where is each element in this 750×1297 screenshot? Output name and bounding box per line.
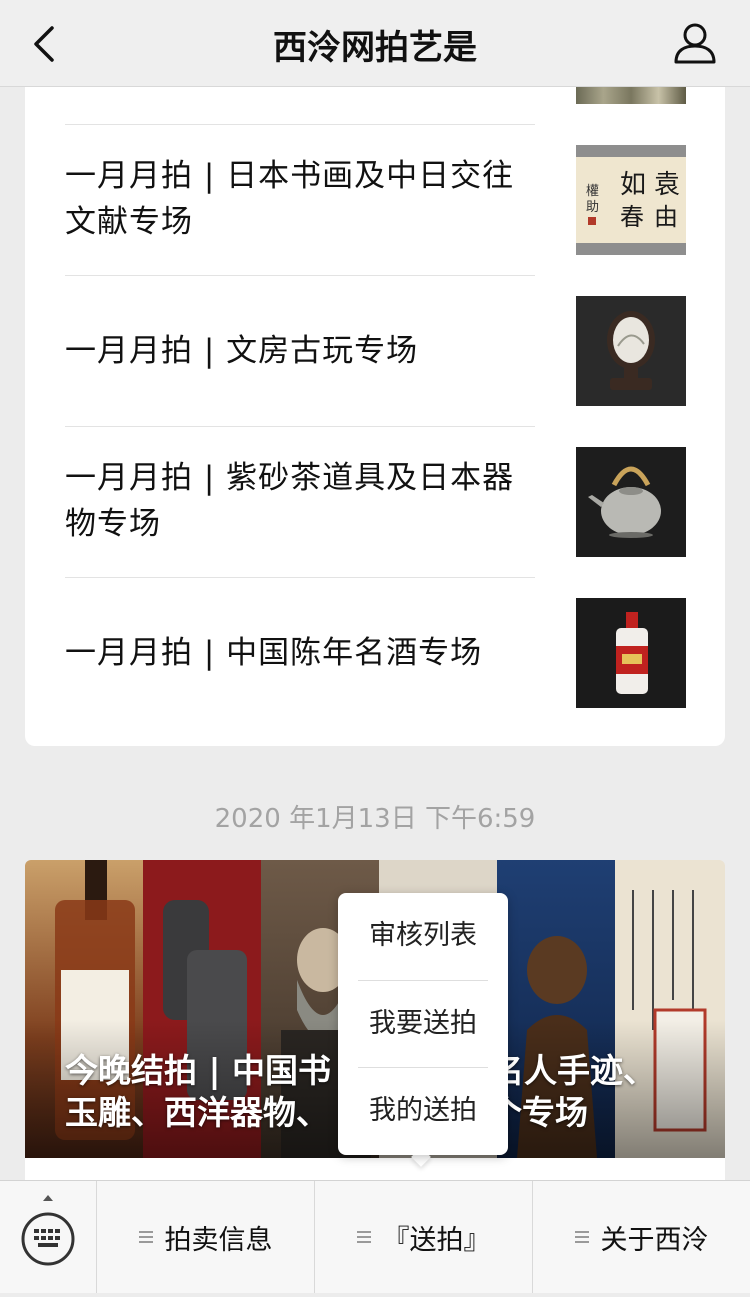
svg-text:如: 如 <box>620 170 646 200</box>
message-timestamp: 2020 年1月13日 下午6:59 <box>214 804 536 834</box>
tab-submit-auction[interactable]: 『送拍』 <box>315 1181 533 1293</box>
svg-text:權: 權 <box>586 184 599 199</box>
menu-item-submit-auction[interactable]: 我要送拍 <box>338 981 508 1067</box>
menu-lines-icon <box>138 1228 153 1246</box>
banner-title-text: 今晚结拍 | 中国书 <box>65 1051 332 1090</box>
tab-label: 关于西泠 <box>600 1224 709 1256</box>
tab-label: 拍卖信息 <box>164 1224 273 1256</box>
tab-about-xiling[interactable]: 关于西泠 <box>533 1181 750 1293</box>
top-navbar: 西泠网拍艺是 <box>0 0 750 87</box>
article-title-line: 一月月拍 | 紫砂茶道具及日本器 <box>65 460 515 496</box>
article-title: 一月月拍 | 文房古玩专场 <box>65 328 535 374</box>
article-list-card: 一月月拍 | 日本书画及中日交往 文献专场 袁 由 如 春 權 助 一月月拍 |… <box>25 60 725 746</box>
keyboard-toggle-button[interactable] <box>0 1181 97 1293</box>
keyboard-icon <box>21 1195 75 1266</box>
table-screen-thumbnail <box>576 296 686 406</box>
banner-title-text: 玉雕、西洋器物、 <box>65 1093 329 1132</box>
page-title: 西泠网拍艺是 <box>273 28 477 68</box>
person-icon <box>674 23 716 64</box>
article-title: 一月月拍 | 中国陈年名酒专场 <box>65 630 535 676</box>
list-item[interactable]: 一月月拍 | 日本书画及中日交往 文献专场 袁 由 如 春 權 助 <box>25 125 725 275</box>
tab-label: 『送拍』 <box>382 1224 491 1256</box>
menu-lines-icon <box>574 1228 589 1246</box>
menu-item-my-submissions[interactable]: 我的送拍 <box>338 1068 508 1154</box>
profile-button[interactable] <box>670 18 720 68</box>
article-title-line: 一月月拍 | 日本书画及中日交往 <box>65 158 515 194</box>
menu-item-review-list[interactable]: 审核列表 <box>338 893 508 979</box>
article-title-line: 物专场 <box>65 506 161 542</box>
article-title-line: 一月月拍 | 中国陈年名酒专场 <box>65 635 483 671</box>
tab-auction-info[interactable]: 拍卖信息 <box>97 1181 315 1293</box>
bottom-menu-bar: 拍卖信息 『送拍』 关于西泠 <box>0 1180 750 1293</box>
svg-text:由: 由 <box>654 203 678 231</box>
article-title-line: 一月月拍 | 文房古玩专场 <box>65 333 419 369</box>
menu-lines-icon <box>356 1228 371 1246</box>
banner-title-text: 名人手迹、 <box>491 1051 657 1090</box>
silver-teapot-thumbnail <box>576 447 686 557</box>
submenu-popup: 审核列表 我要送拍 我的送拍 <box>338 893 508 1155</box>
svg-text:袁: 袁 <box>654 170 680 200</box>
list-item[interactable]: 一月月拍 | 中国陈年名酒专场 <box>25 578 725 728</box>
svg-text:助: 助 <box>586 200 599 215</box>
calligraphy-scroll-thumbnail: 袁 由 如 春 權 助 <box>576 145 686 255</box>
article-title: 一月月拍 | 紫砂茶道具及日本器 物专场 <box>65 455 535 547</box>
article-title-line: 文献专场 <box>65 204 193 240</box>
moutai-bottle-thumbnail <box>576 598 686 708</box>
svg-text:春: 春 <box>620 203 644 231</box>
list-item[interactable]: 一月月拍 | 紫砂茶道具及日本器 物专场 <box>25 427 725 577</box>
list-item[interactable]: 一月月拍 | 文房古玩专场 <box>25 276 725 426</box>
article-title: 一月月拍 | 日本书画及中日交往 文献专场 <box>65 153 535 245</box>
